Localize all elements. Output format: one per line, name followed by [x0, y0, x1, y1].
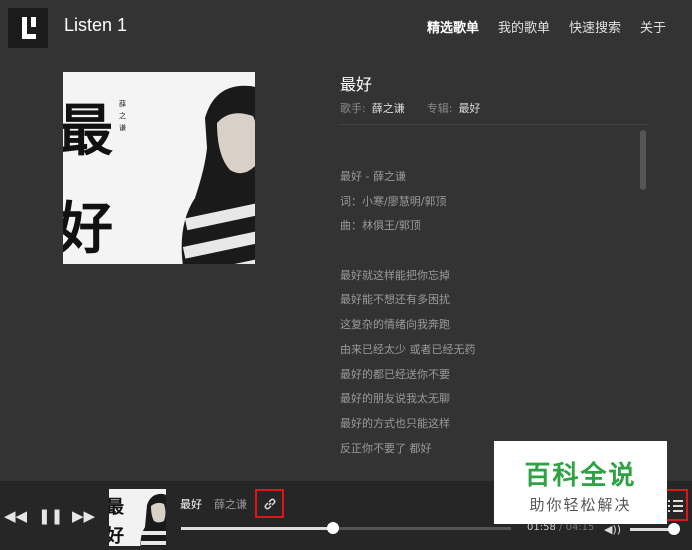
pause-icon[interactable]: ❚❚ [38, 507, 63, 525]
lyric-line: 最好的朋友说我太无聊 [340, 392, 450, 406]
progress-handle[interactable] [326, 522, 339, 534]
lyric-line: 最好 - 薛之谦 [340, 170, 406, 183]
watermark-subtitle: 助你轻松解决 [529, 496, 632, 514]
watermark-title: 百科全说 [524, 461, 637, 491]
prev-icon[interactable]: ◀◀ [4, 507, 27, 525]
lyric-line: 最好的方式也只能这样 [340, 416, 450, 430]
lyrics-panel: 最好 - 薛之谦 词：小寒/廖慧明/郭顶 曲：林俱王/郭顶 最好就这样能把你忘掉… [340, 168, 630, 464]
song-title: 最好 [340, 75, 373, 94]
app-title: Listen 1 [64, 15, 128, 35]
artist-label: 歌手: [340, 102, 366, 115]
cover-artist-photo [180, 85, 255, 264]
song-meta: 歌手: 薛之谦 专辑: 最好 [340, 100, 496, 116]
lyric-line: 由来已经太少 或者已经无药 [340, 342, 476, 356]
player-artist[interactable]: 薛之谦 [214, 496, 247, 512]
top-nav: 精选歌单 我的歌单 快速搜索 关于 [427, 17, 666, 36]
volume-icon[interactable]: ◀)) [604, 523, 621, 536]
lyric-line: 这复杂的情绪向我奔跑 [340, 318, 450, 332]
app-logo[interactable] [8, 8, 48, 48]
lyrics-scrollbar[interactable] [640, 130, 646, 190]
header: Listen 1 精选歌单 我的歌单 快速搜索 关于 [0, 0, 692, 52]
lyric-line: 最好能不想还有多困扰 [340, 293, 450, 307]
album-cover: 最 好 薛之谦 [63, 72, 255, 264]
artist-link[interactable]: 薛之谦 [372, 100, 405, 116]
cover-char-2: 好 [63, 196, 113, 262]
watermark: 百科全说 助你轻松解决 [494, 441, 667, 524]
lyric-line [340, 242, 630, 267]
volume-handle[interactable] [668, 523, 680, 535]
nav-quick-search[interactable]: 快速搜索 [569, 17, 621, 36]
nav-my-playlists[interactable]: 我的歌单 [498, 17, 550, 36]
divider [340, 124, 648, 125]
cover-char-1: 最 [63, 98, 113, 164]
lyric-line: 词：小寒/廖慧明/郭顶 [340, 194, 447, 208]
next-icon[interactable]: ▶▶ [72, 507, 95, 525]
player-song-title[interactable]: 最好 [180, 496, 202, 512]
player-album-thumb[interactable]: 最 好 [109, 489, 166, 546]
lyric-line: 最好就这样能把你忘掉 [340, 268, 450, 282]
lyric-line: 最好的都已经送你不要 [340, 367, 450, 381]
album-label: 专辑: [426, 102, 453, 115]
progress-bar[interactable] [181, 522, 511, 534]
nav-featured-playlists[interactable]: 精选歌单 [427, 17, 479, 36]
nav-about[interactable]: 关于 [640, 17, 666, 36]
progress-fill [181, 527, 333, 530]
cover-artist-vertical: 薛之谦 [119, 100, 126, 132]
volume-slider[interactable] [630, 523, 680, 535]
lyric-line: 曲：林俱王/郭顶 [340, 219, 421, 233]
album-link[interactable]: 最好 [458, 100, 480, 116]
link-icon[interactable] [255, 489, 284, 518]
thumb-artist-photo [140, 493, 166, 546]
